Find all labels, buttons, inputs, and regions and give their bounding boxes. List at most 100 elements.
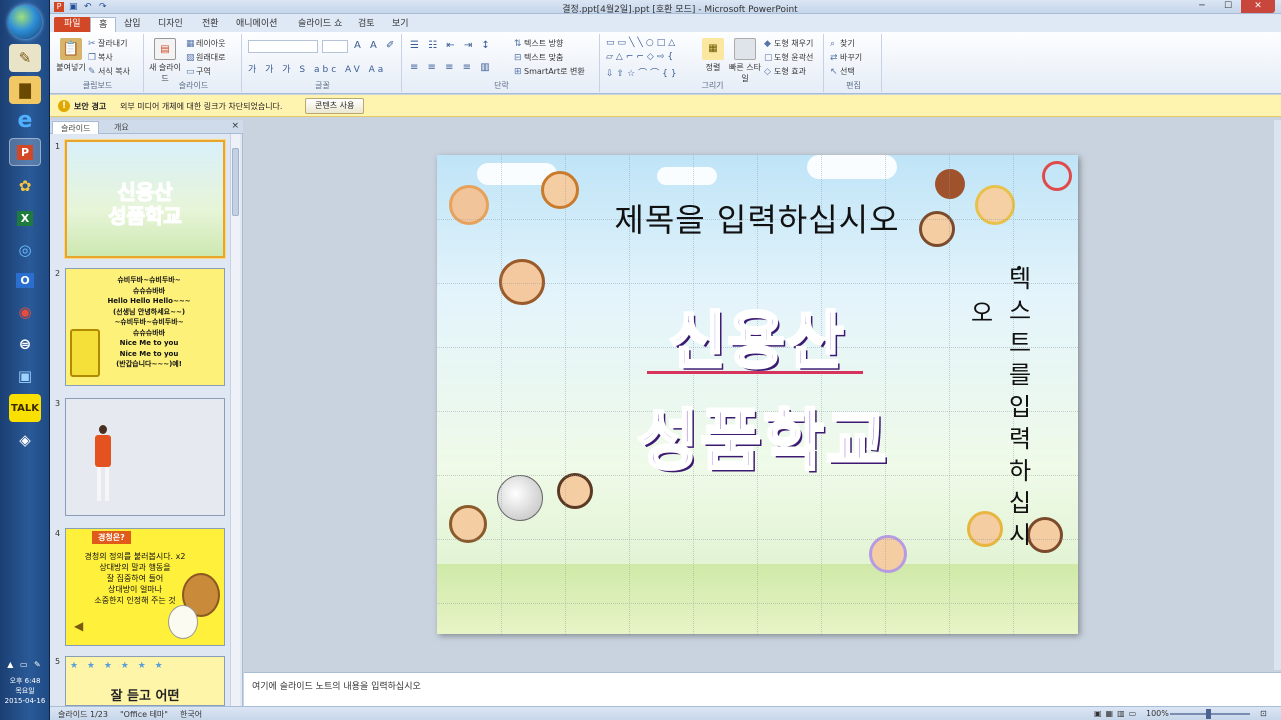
vertical-text-char[interactable]: 오 [971,293,993,328]
person-image [97,467,109,501]
grid-line [501,155,502,634]
app-icon[interactable]: ⊜ [9,330,41,358]
smartart-button[interactable]: ⊞ SmartArt로 변환 [514,66,585,78]
format-painter-button[interactable]: ✎ 서식 복사 [88,66,130,78]
text-direction-label: 텍스트 방향 [524,39,564,48]
panel-scrollbar[interactable] [230,134,240,706]
tab-view[interactable]: 보기 [384,17,417,32]
cut-label: 잘라내기 [98,39,128,48]
shape-fill-button[interactable]: ◆ 도형 채우기 [764,38,813,50]
app-logo-icon[interactable]: P [54,2,64,12]
tab-outline[interactable]: 개요 [106,121,137,134]
save-icon[interactable]: ▣ [69,2,79,12]
powerpoint-icon[interactable]: P [9,138,41,166]
shapes-gallery-row3[interactable]: ⇩⇧☆⌒⌒{} [606,66,680,79]
tab-file[interactable]: 파일 [54,17,91,32]
zoom-level[interactable]: 100% [1146,709,1169,718]
quick-styles-button[interactable]: 빠른 스타일 [728,38,762,84]
clock[interactable]: 오후 6:48 목요일 2015-04-16 [0,676,50,706]
redo-icon[interactable]: ↷ [99,2,109,12]
tab-slides[interactable]: 슬라이드 [52,121,100,134]
title-placeholder[interactable]: 제목을 입력하십시오 [557,195,957,241]
slide-title-line1[interactable]: 신용산 [627,290,887,380]
arrange-button[interactable]: ▦ 정렬 [696,38,730,73]
section-button[interactable]: ▭구역 [186,66,211,78]
enable-content-button[interactable]: 콘텐츠 사용 [305,98,365,114]
clock-date: 2015-04-16 [4,697,46,705]
maximize-button[interactable]: ☐ [1215,0,1241,13]
find-icon: ⌕ [830,39,836,49]
chrome-icon[interactable]: ◉ [9,298,41,326]
tray-icons[interactable]: ▲ ▭ ✎ [3,660,47,669]
fit-slide-icon[interactable]: ⊡ [1260,709,1267,718]
close-button[interactable]: ✕ [1241,0,1275,13]
brush-icon: ✎ [88,67,96,77]
tab-design[interactable]: 디자인 [150,17,191,32]
folder-icon[interactable]: ▇ [9,76,41,104]
powerpoint-window: P ▣ ↶ ↷ 결정.ppt[4월2일].ppt [호환 모드] - Micro… [50,0,1281,720]
language[interactable]: 한국어 [180,709,202,720]
font-format-tools[interactable]: 가 가 가 S abc AV Aa [248,62,386,75]
pen-icon[interactable]: ✎ [9,44,41,72]
find-button[interactable]: ⌕ 찾기 [830,38,855,50]
tab-animations[interactable]: 애니메이션 [228,17,285,32]
tab-review[interactable]: 검토 [350,17,383,32]
font-size-field[interactable] [322,40,348,53]
app-icon[interactable]: ▣ [9,362,41,390]
warning-icon: ! [58,100,70,112]
tab-insert[interactable]: 삽입 [116,17,149,32]
outline-icon: ▢ [764,53,773,63]
cut-button[interactable]: ✂ 잘라내기 [88,38,127,50]
slide-thumbnail-2[interactable]: 슈비두바~슈비두바~ 슈슈슈바바 Hello Hello Hello~~~ (선… [65,268,225,386]
new-slide-button[interactable]: ▤ 새 슬라이드 [148,38,182,84]
shapes-gallery[interactable]: ▭▭╲╲○□△ [606,38,678,48]
replace-button[interactable]: ⇄ 바꾸기 [830,52,862,64]
font-size-tools[interactable]: A A ✐ [354,40,397,51]
outlook-icon[interactable]: O [9,266,41,294]
text-direction-button[interactable]: ⇅ 텍스트 방향 [514,38,563,50]
reset-button[interactable]: ▧원래대로 [186,52,225,64]
notes-pane[interactable]: 여기에 슬라이드 노트의 내용을 입력하십시오 [244,672,1281,706]
undo-icon[interactable]: ↶ [84,2,94,12]
align-text-button[interactable]: ⊟ 텍스트 맞춤 [514,52,563,64]
slide-thumbnail-3[interactable] [65,398,225,516]
tab-home[interactable]: 홈 [90,17,117,32]
list-tools[interactable]: ☰ ☷ ⇤ ⇥ ↕ [410,40,493,51]
zoom-slider-handle[interactable] [1206,709,1211,719]
shape-outline-button[interactable]: ▢도형 윤곽선 [764,52,813,64]
slide-thumbnail-5[interactable]: ★ ★ ★ ★ ★ ★ 잘 듣고 어떤 [65,656,225,706]
layout-button[interactable]: ▦레이아웃 [186,38,225,50]
font-name-field[interactable] [248,40,318,53]
replace-label: 바꾸기 [840,53,863,62]
panel-close-icon[interactable]: × [231,121,239,131]
slide-title-line2[interactable]: 성품학교 [613,387,913,483]
tab-slideshow[interactable]: 슬라이드 쇼 [290,17,350,32]
ribbon: 📋 붙여넣기 ✂ 잘라내기 ❐ 복사 ✎ 서식 복사 클립보드 ▤ 새 슬라이드 ▦레… [50,32,1281,94]
excel-icon[interactable]: X [9,204,41,232]
scroll-thumb[interactable] [232,148,239,216]
person-image [95,435,111,467]
copy-button[interactable]: ❐ 복사 [88,52,113,64]
ie-icon[interactable]: ◎ [9,236,41,264]
select-button[interactable]: ↖ 선택 [830,66,855,78]
notes-placeholder[interactable]: 여기에 슬라이드 노트의 내용을 입력하십시오 [252,679,421,692]
tab-transitions[interactable]: 전환 [194,17,227,32]
start-orb-icon[interactable] [8,5,42,39]
align-tools[interactable]: ≡ ≡ ≡ ≡ ▥ [410,62,493,73]
slide-thumbnail-1[interactable]: 신용산 성품학교 [65,140,225,258]
vertical-text-placeholder[interactable]: 텍 스 트 를 입 력 하 십 시 [1005,263,1035,551]
shapes-gallery-row2[interactable]: ▱△⌐⌐◇⇨{ [606,52,676,62]
minimize-button[interactable]: ─ [1189,0,1215,13]
child-illustration [557,473,593,509]
slide-thumbnail-4[interactable]: 경청은? 경청의 정의를 불러봅시다. x2 상대방의 말과 행동을 잘 집중하… [65,528,225,646]
editor-scrollbar[interactable] [1274,120,1281,670]
view-buttons[interactable]: ▣▦▥▭ [1094,709,1140,718]
paste-button[interactable]: 📋 붙여넣기 [54,38,88,73]
shape-effects-button[interactable]: ◇ 도형 효과 [764,66,806,78]
app-icon[interactable]: ◈ [9,426,41,454]
current-slide[interactable]: 제목을 입력하십시오 신용산 성품학교 • 오 텍 스 트 를 입 력 하 십 … [437,155,1078,634]
ie-icon[interactable]: e [9,106,41,134]
app-icon[interactable]: ✿ [9,172,41,200]
underline-shape [647,371,863,374]
kakaotalk-icon[interactable]: TALK [9,394,41,422]
